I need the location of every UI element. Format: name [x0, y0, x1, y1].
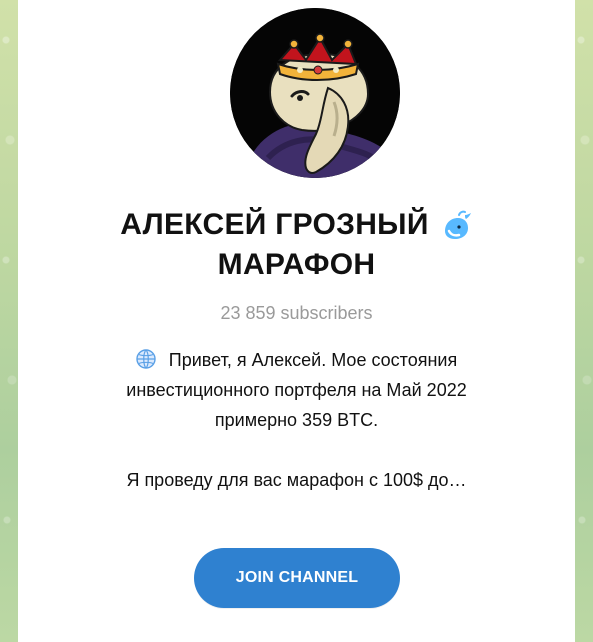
channel-preview-card: АЛЕКСЕЙ ГРОЗНЫЙ МАРАФОН 23 859 subscribe… [18, 0, 575, 642]
subscriber-count: 23 859 subscribers [220, 303, 373, 323]
channel-title: АЛЕКСЕЙ ГРОЗНЫЙ МАРАФОН [18, 205, 575, 285]
join-channel-label: JOIN CHANNEL [235, 569, 359, 586]
channel-title-line-1: АЛЕКСЕЙ ГРОЗНЫЙ [120, 205, 472, 245]
join-channel-button[interactable]: JOIN CHANNEL [194, 548, 400, 608]
description-line-1: Привет, я Алексей. Мое состояния [18, 345, 575, 375]
channel-description: Привет, я Алексей. Мое состояния инвести… [18, 345, 575, 495]
description-line-4: Я проведу для вас марафон с 100$ до… [126, 470, 467, 490]
description-line-2: инвестиционного портфеля на Май 2022 [126, 380, 467, 400]
channel-avatar [230, 8, 400, 178]
description-line-3: примерно 359 BTC. [214, 410, 379, 430]
channel-title-line-2: МАРАФОН [217, 248, 376, 281]
description-spacer [18, 435, 575, 465]
channel-title-text-1: АЛЕКСЕЙ ГРОЗНЫЙ [120, 208, 429, 241]
left-background-strip [0, 0, 18, 642]
avatar-illustration-icon [230, 8, 400, 178]
description-text-1: Привет, я Алексей. Мое состояния [168, 350, 458, 370]
whale-emoji-icon [439, 209, 473, 243]
right-background-strip [575, 0, 593, 642]
globe-emoji-icon [136, 348, 156, 369]
